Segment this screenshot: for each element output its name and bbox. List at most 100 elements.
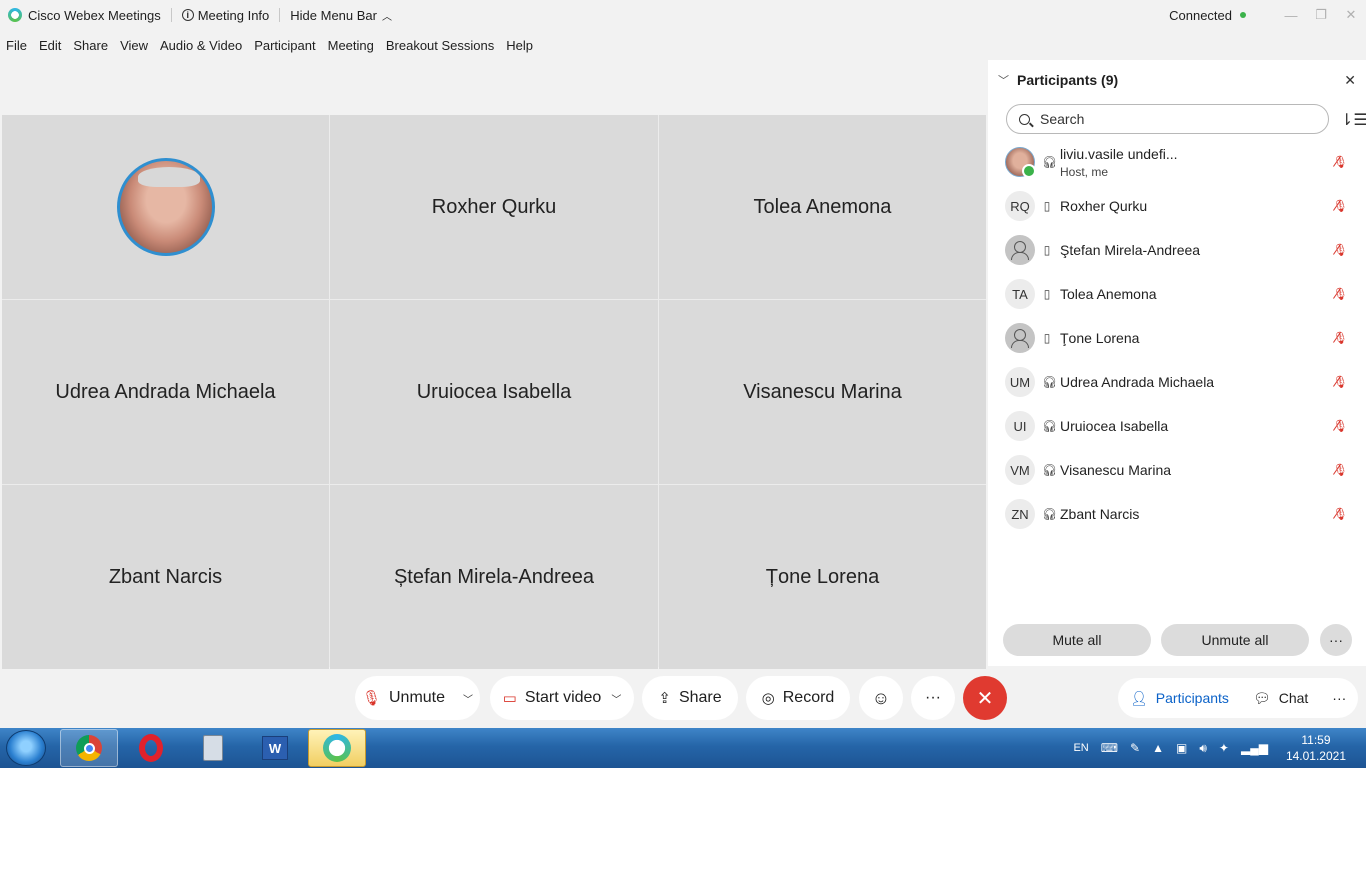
video-tile[interactable]: Tolea Anemona [659,115,986,299]
participant-name: Zbant Narcis [1060,506,1140,522]
signal-icon[interactable]: ▂▄▆ [1241,741,1268,755]
reactions-button[interactable]: ☺ [859,676,903,720]
participant-row[interactable]: 🎧︎ liviu.vasile undefi... Host, me 🎙︎ [988,140,1366,184]
right-more-button[interactable]: ··· [1320,678,1358,718]
share-button[interactable]: ⇪ Share [642,676,738,720]
participant-row[interactable]: RQ ▯ Roxher Qurku 🎙︎ [988,184,1366,228]
dropbox-icon[interactable]: ✦ [1219,741,1229,755]
menu-share[interactable]: Share [73,38,108,53]
menu-meeting[interactable]: Meeting [328,38,374,53]
muted-mic-icon[interactable]: 🎙︎ [1333,463,1348,477]
menu-help[interactable]: Help [506,38,533,53]
participant-avatar: RQ [1005,191,1035,221]
chevron-down-icon[interactable]: ﹀ [611,691,621,706]
host-avatar [116,158,215,256]
video-tile[interactable]: Zbant Narcis [2,485,329,669]
chat-bubble-icon: 💬︎ [1252,689,1271,706]
search-icon [1019,113,1030,125]
volume-icon[interactable]: 🔊︎ [1199,741,1207,756]
close-panel-button[interactable]: ✕ [1344,72,1356,89]
participant-row[interactable]: ▯ Ţone Lorena 🎙︎ [988,316,1366,360]
chat-toggle-button[interactable]: 💬︎ Chat [1241,678,1320,718]
meeting-toolbar: 🎙︎ Unmute ﹀ ▭ Start video ﹀ ⇪ Share ◎ Re… [0,668,1366,728]
muted-mic-icon[interactable]: 🎙︎ [1333,287,1348,301]
video-tile[interactable]: Ștefan Mirela-Andreea [330,485,658,669]
participants-toggle-button[interactable]: 👤︎ Participants [1118,678,1241,718]
participant-row[interactable]: VM 🎧︎ Visanescu Marina 🎙︎ [988,448,1366,492]
participant-row[interactable]: ▯ Ştefan Mirela-Andreea 🎙︎ [988,228,1366,272]
title-bar: Cisco Webex Meetings i Meeting Info Hide… [0,0,1366,30]
device-icon[interactable]: ▣ [1176,741,1187,755]
video-tile[interactable]: Roxher Qurku [330,115,658,299]
unmute-all-button[interactable]: Unmute all [1161,624,1309,656]
video-off-icon: ▭ [502,690,517,707]
menu-edit[interactable]: Edit [39,38,61,53]
chrome-taskbar-button[interactable] [60,729,118,767]
panel-more-button[interactable]: ··· [1320,624,1352,656]
participant-name: Tolea Anemona [1060,286,1157,302]
video-tile[interactable]: Țone Lorena [659,485,986,669]
webex-taskbar-button[interactable] [308,729,366,767]
video-tile[interactable]: Visanescu Marina [659,300,986,484]
start-button[interactable] [6,730,46,766]
close-window-button[interactable]: ✕ [1336,7,1366,23]
search-placeholder: Search [1040,111,1085,127]
participant-row[interactable]: TA ▯ Tolea Anemona 🎙︎ [988,272,1366,316]
language-indicator[interactable]: EN [1073,742,1088,754]
menu-file[interactable]: File [6,38,27,53]
keyboard-icon[interactable]: ⌨ [1101,741,1118,755]
participant-search-input[interactable]: Search [1006,104,1329,134]
opera-taskbar-button[interactable] [122,729,180,767]
opera-icon [139,734,163,762]
restore-button[interactable]: ❐ [1306,7,1336,23]
muted-mic-icon[interactable]: 🎙︎ [1333,375,1348,389]
participant-row[interactable]: ZN 🎧︎ Zbant Narcis 🎙︎ [988,492,1366,536]
participant-avatar: ZN [1005,499,1035,529]
muted-mic-icon[interactable]: 🎙︎ [1333,507,1348,521]
show-hidden-icons-icon[interactable]: ▲ [1152,741,1164,755]
pen-icon[interactable]: ✎ [1130,741,1140,755]
start-video-button[interactable]: ▭ Start video ﹀ [490,676,634,720]
mute-all-button[interactable]: Mute all [1003,624,1151,656]
headset-icon: 🎧︎ [1042,507,1058,521]
participant-row[interactable]: UM 🎧︎ Udrea Andrada Michaela 🎙︎ [988,360,1366,404]
menu-participant[interactable]: Participant [254,38,315,53]
video-tile-host[interactable] [2,115,329,299]
menu-view[interactable]: View [120,38,148,53]
word-taskbar-button[interactable]: W [246,729,304,767]
person-icon: 👤︎ [1130,689,1148,706]
start-video-label: Start video [524,689,602,706]
leave-meeting-button[interactable]: ✕ [963,676,1007,720]
muted-mic-icon[interactable]: 🎙︎ [1333,243,1348,257]
webex-logo-icon [8,8,22,22]
participants-panel: ﹀ Participants (9) ✕ Search ⇂☰ 🎧︎ liviu.… [988,60,1366,666]
participant-name: Udrea Andrada Michaela [1060,374,1215,390]
participants-toggle-label: Participants [1155,690,1229,706]
menu-audio-video[interactable]: Audio & Video [160,38,242,53]
muted-mic-icon[interactable]: 🎙︎ [1333,419,1348,433]
video-tile[interactable]: Uruiocea Isabella [330,300,658,484]
calculator-taskbar-button[interactable] [184,729,242,767]
sort-list-icon[interactable]: ⇂☰ [1340,110,1366,130]
meeting-info-button[interactable]: i Meeting Info [181,8,269,23]
participant-avatar: UI [1005,411,1035,441]
muted-mic-icon[interactable]: 🎙︎ [1333,331,1348,345]
hide-menu-bar-button[interactable]: Hide Menu Bar ︿ [290,8,392,23]
muted-mic-icon[interactable]: 🎙︎ [1333,199,1348,213]
chevron-down-icon[interactable]: ﹀ [463,691,473,706]
collapse-chevron-icon[interactable]: ﹀ [998,72,1009,88]
menu-breakout-sessions[interactable]: Breakout Sessions [386,38,494,53]
participant-role: Host, me [1060,164,1109,179]
record-button[interactable]: ◎ Record [746,676,850,720]
muted-mic-icon[interactable]: 🎙︎ [1333,155,1348,169]
participant-avatar: VM [1005,455,1035,485]
video-tile[interactable]: Udrea Andrada Michaela [2,300,329,484]
minimize-button[interactable]: — [1276,8,1306,23]
participant-avatar-generic-icon [1005,235,1035,265]
unmute-button[interactable]: 🎙︎ Unmute ﹀ [355,676,480,720]
clock-date: 14.01.2021 [1285,749,1346,763]
more-options-button[interactable]: ··· [911,676,955,720]
clock[interactable]: 11:59 14.01.2021 [1286,732,1346,764]
participant-row[interactable]: UI 🎧︎ Uruiocea Isabella 🎙︎ [988,404,1366,448]
connection-status: Connected [1169,7,1232,23]
